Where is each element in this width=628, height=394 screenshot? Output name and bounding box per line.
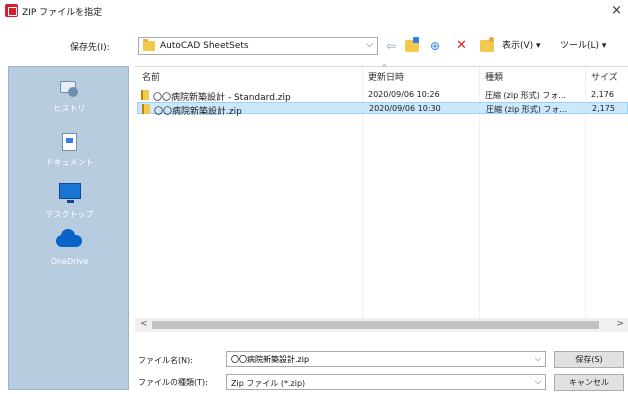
up-folder-icon[interactable] [405, 37, 419, 52]
save-in-dropdown[interactable]: AutoCAD SheetSets ⌵ [138, 37, 378, 55]
search-web-icon[interactable]: ⊕ [430, 38, 440, 54]
zip-file-icon [141, 90, 149, 100]
window-title: ZIP ファイルを指定 [22, 8, 103, 18]
save-in-folder-value: AutoCAD SheetSets [160, 41, 249, 51]
history-icon [58, 79, 80, 97]
file-name: 〇〇病院新築設計.zip [154, 107, 242, 117]
tools-menu-button[interactable]: ツール(L) ▾ [560, 38, 606, 54]
places-sidebar: ヒストリ ドキュメント デスクトップ OneDrive [8, 66, 129, 390]
scroll-left-icon[interactable]: < [140, 319, 148, 329]
documents-icon [62, 133, 77, 151]
filetype-label: ファイルの種類(T): [138, 378, 208, 387]
delete-icon[interactable]: ✕ [456, 38, 467, 54]
zip-file-icon [142, 104, 150, 114]
filetype-select[interactable]: Zip ファイル (*.zip) ⌵ [226, 374, 546, 390]
file-list: 名前 ^ 更新日時 種類 サイズ 〇〇病院新築設計 - Standard.zip… [135, 63, 628, 335]
chevron-down-icon: ⌵ [534, 377, 541, 386]
column-header-name[interactable]: 名前 [142, 70, 160, 83]
column-header-type[interactable]: 種類 [485, 70, 503, 83]
filetype-value: Zip ファイル (*.zip) [231, 379, 306, 388]
chevron-down-icon: ⌵ [366, 40, 373, 50]
column-header-date[interactable]: 更新日時 [368, 70, 404, 83]
new-folder-icon[interactable] [480, 37, 494, 52]
file-row-selected[interactable]: 〇〇病院新築設計.zip 2020/09/06 10:30 圧縮 (zip 形式… [137, 102, 628, 117]
scrollbar-thumb[interactable] [152, 321, 599, 329]
file-row[interactable]: 〇〇病院新築設計 - Standard.zip 2020/09/06 10:26… [137, 89, 628, 103]
autocad-app-icon [5, 4, 18, 17]
folder-icon [143, 39, 155, 51]
scroll-right-icon[interactable]: > [616, 319, 624, 329]
file-type: 圧縮 (zip 形式) フォ... [485, 91, 566, 100]
filename-input[interactable] [227, 352, 527, 366]
chevron-down-icon[interactable]: ⌵ [535, 354, 541, 364]
place-desktop-label: デスクトップ [45, 210, 94, 219]
file-size: 2,175 [592, 104, 615, 113]
file-date: 2020/09/06 10:30 [369, 104, 441, 113]
back-arrow-icon[interactable]: ⇦ [386, 38, 396, 54]
file-type: 圧縮 (zip 形式) フォ... [486, 105, 567, 114]
place-history-label: ヒストリ [53, 104, 86, 113]
filename-combo[interactable]: ⌵ [226, 351, 546, 367]
column-header-size[interactable]: サイズ [591, 70, 618, 83]
place-onedrive-label: OneDrive [50, 257, 89, 266]
view-menu-button[interactable]: 表示(V) ▾ [502, 38, 541, 54]
save-in-label: 保存先(I): [70, 43, 110, 53]
onedrive-icon [56, 229, 82, 247]
cancel-button[interactable]: キャンセル [554, 374, 624, 391]
file-size: 2,176 [591, 90, 614, 99]
save-button[interactable]: 保存(S) [554, 351, 624, 368]
filename-label: ファイル名(N): [138, 356, 193, 365]
close-button[interactable]: × [611, 3, 622, 18]
place-documents-label: ドキュメント [45, 158, 94, 167]
file-date: 2020/09/06 10:26 [368, 90, 440, 99]
desktop-icon [59, 183, 81, 203]
title-bar: ZIP ファイルを指定 × [0, 0, 628, 22]
horizontal-scrollbar[interactable]: < > [135, 318, 628, 332]
